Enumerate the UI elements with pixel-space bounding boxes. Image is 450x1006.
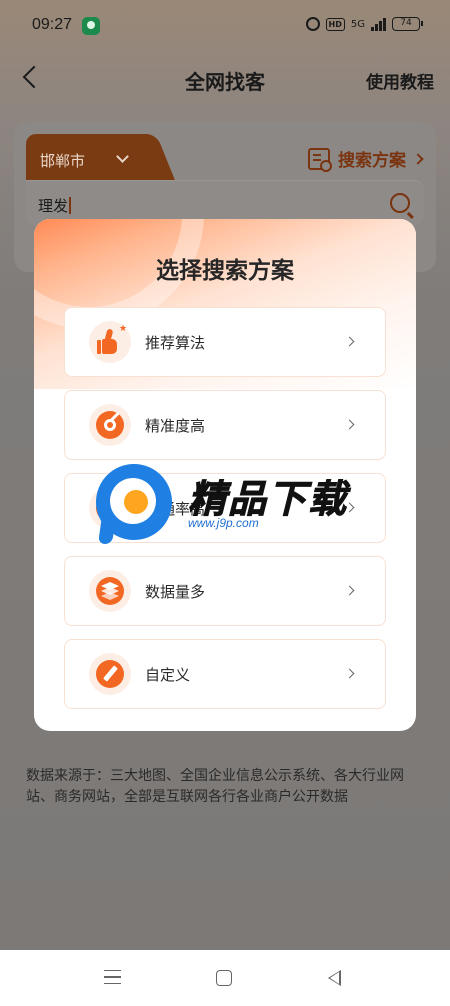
option-label: 数据量多 — [145, 583, 206, 601]
chevron-down-icon — [116, 150, 129, 163]
option-label: 自定义 — [145, 666, 191, 684]
layers-icon — [89, 570, 131, 612]
home-icon[interactable] — [216, 970, 232, 986]
status-bar: 09:27 HD 5G 74 — [0, 0, 450, 52]
system-navigation-bar — [0, 950, 450, 1006]
option-recommended[interactable]: ★ 推荐算法 — [64, 307, 386, 377]
watermark-title: 精品下载 — [187, 477, 349, 522]
back-triangle-icon[interactable] — [328, 970, 341, 986]
option-label: 精准度高 — [145, 417, 206, 435]
option-large-data[interactable]: 数据量多 — [64, 556, 386, 626]
chevron-right-icon — [344, 336, 355, 347]
search-input-value: 理发 — [38, 195, 71, 216]
option-high-accuracy[interactable]: 精准度高 — [64, 390, 386, 460]
option-label: 推荐算法 — [145, 334, 206, 352]
nav-bar: 全网找客 使用教程 — [0, 52, 450, 106]
status-indicators: HD 5G 74 — [305, 17, 423, 31]
chevron-right-icon — [344, 668, 355, 679]
watermark-logo-icon — [96, 464, 172, 540]
recent-apps-icon[interactable] — [104, 970, 121, 984]
pencil-icon — [89, 653, 131, 695]
dialog-title: 选择搜索方案 — [156, 258, 294, 284]
option-custom[interactable]: 自定义 — [64, 639, 386, 709]
chevron-right-icon — [344, 585, 355, 596]
alarm-icon — [305, 17, 320, 31]
status-time: 09:27 — [32, 16, 73, 33]
target-icon — [89, 404, 131, 446]
wechat-notification-icon — [82, 17, 100, 35]
city-selector[interactable]: 邯郸市 — [26, 134, 152, 182]
search-scheme-label: 搜索方案 — [338, 151, 406, 171]
thumbs-up-icon: ★ — [89, 321, 131, 363]
watermark: 精品下载 www.j9p.com — [96, 460, 356, 546]
search-list-icon — [308, 147, 332, 172]
chevron-right-icon — [412, 152, 424, 165]
signal-icon — [371, 17, 386, 31]
watermark-url: www.j9p.com — [188, 516, 259, 530]
network-type: 5G — [350, 18, 365, 30]
search-scheme-link[interactable]: 搜索方案 — [308, 146, 424, 172]
search-icon[interactable] — [390, 193, 410, 213]
tutorial-link[interactable]: 使用教程 — [366, 68, 434, 93]
data-source-note: 数据来源于：三大地图、全国企业信息公示系统、各大行业网站、商务网站，全部是互联网… — [26, 768, 404, 805]
city-name: 邯郸市 — [40, 152, 86, 170]
hd-badge: HD — [325, 17, 345, 31]
chevron-right-icon — [344, 419, 355, 430]
battery-icon: 74 — [392, 17, 423, 31]
